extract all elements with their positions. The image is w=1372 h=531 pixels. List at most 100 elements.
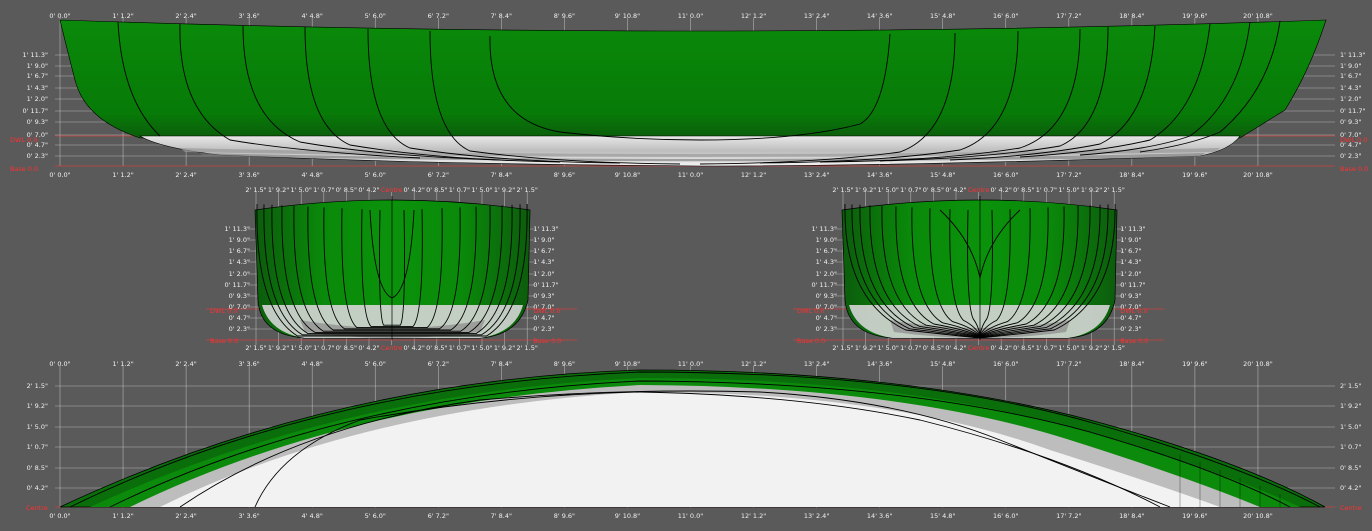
body-plan-y-tick-left: 0' 4.7" <box>816 314 837 322</box>
body-plan-h-tick-top: 0' 4.2" <box>404 186 425 194</box>
body-plan-y-tick-right: 1' 4.3" <box>533 258 554 266</box>
profile-x-tick-top: 20' 10.8" <box>1243 12 1273 20</box>
plan-x-tick-top: 15' 4.8" <box>930 360 955 368</box>
profile-x-tick-top: 6' 7.2" <box>428 12 449 20</box>
plan-x-tick-bottom: 11' 0.0" <box>678 512 703 520</box>
profile-x-tick-top: 3' 3.6" <box>238 12 259 20</box>
body-plan-h-tick-top: 0' 4.2" <box>358 186 379 194</box>
plan-x-tick-bottom: 20' 10.8" <box>1243 512 1273 520</box>
plan-x-tick-bottom: 17' 7.2" <box>1056 512 1081 520</box>
plan-x-tick-top: 18' 8.4" <box>1119 360 1144 368</box>
body-plan-y-tick-left: 1' 11.3" <box>225 225 250 233</box>
body-plan-h-tick-bottom: 0' 8.5" <box>336 344 357 352</box>
body-plan-h-tick-top: 2' 1.5" <box>1104 186 1125 194</box>
profile-hull-topside <box>59 19 1327 139</box>
plan-x-tick-bottom: 8' 9.6" <box>554 512 575 520</box>
body-plan-h-tick-top: 2' 1.5" <box>245 186 266 194</box>
plan-x-tick-top: 12' 1.2" <box>741 360 766 368</box>
body-plan-dwl-label-right: DWL 0.0 <box>533 307 560 315</box>
body-plan-y-tick-right: 1' 6.7" <box>1120 247 1141 255</box>
body-plan-centre-label-bottom: Centre <box>381 344 403 352</box>
plan-x-tick-top: 6' 7.2" <box>428 360 449 368</box>
body-plan-h-tick-bottom: 1' 9.2" <box>268 344 289 352</box>
body-plan-y-tick-right: 0' 11.7" <box>1120 281 1145 289</box>
plan-x-tick-bottom: 18' 8.4" <box>1119 512 1144 520</box>
body-plan-y-tick-left: 0' 2.3" <box>816 325 837 333</box>
profile-x-tick-top: 8' 9.6" <box>554 12 575 20</box>
profile-x-tick-bottom: 0' 0.0" <box>49 171 70 179</box>
body-plan-h-tick-top: 1' 9.2" <box>1081 186 1102 194</box>
plan-x-tick-bottom: 9' 10.8" <box>615 512 640 520</box>
plan-y-tick-left: 0' 8.5" <box>27 464 48 472</box>
profile-x-tick-top: 5' 6.0" <box>365 12 386 20</box>
profile-x-tick-bottom: 18' 8.4" <box>1119 171 1144 179</box>
plan-x-tick-top: 2' 2.4" <box>175 360 196 368</box>
body-plan-h-tick-bottom: 1' 9.2" <box>494 344 515 352</box>
plan-y-tick-left: 1' 9.2" <box>27 402 48 410</box>
body-plan-h-tick-top: 1' 9.2" <box>855 186 876 194</box>
profile-x-tick-bottom: 3' 3.6" <box>238 171 259 179</box>
profile-y-tick-left: 1' 2.0" <box>27 95 48 103</box>
body-plan-centre-label-top: Centre <box>968 186 990 194</box>
body-plan-y-tick-right: 1' 9.0" <box>533 236 554 244</box>
body-plan-h-tick-bottom: 0' 8.5" <box>923 344 944 352</box>
profile-x-tick-bottom: 17' 7.2" <box>1056 171 1081 179</box>
body-plan-base-label: Base 0.0 <box>210 337 238 345</box>
body-plan-y-tick-right: 0' 2.3" <box>533 325 554 333</box>
profile-x-tick-bottom: 1' 1.2" <box>112 171 133 179</box>
profile-x-tick-bottom: 7' 8.4" <box>491 171 512 179</box>
plan-x-tick-bottom: 5' 6.0" <box>365 512 386 520</box>
body-plan-y-tick-right: 0' 4.7" <box>1120 314 1141 322</box>
body-plan-centre-label-top: Centre <box>381 186 403 194</box>
body-plan-h-tick-bottom: 1' 5.0" <box>878 344 899 352</box>
profile-view: 0' 0.0" 0' 0.0" 1' 1.2" 1' 1.2" 2' 2.4" 2' 2.… <box>10 12 1368 179</box>
body-plan-y-tick-left: 1' 4.3" <box>816 258 837 266</box>
plan-y-tick-right: 0' 8.5" <box>1340 464 1361 472</box>
plan-x-tick-bottom: 15' 4.8" <box>930 512 955 520</box>
plan-x-tick-top: 9' 10.8" <box>615 360 640 368</box>
profile-x-tick-top: 18' 8.4" <box>1119 12 1144 20</box>
profile-y-tick-left: 1' 9.0" <box>27 62 48 70</box>
body-plan-y-tick-right: 0' 2.3" <box>1120 325 1141 333</box>
body-plan-y-tick-left: 0' 9.3" <box>229 292 250 300</box>
profile-y-tick-left: 0' 9.3" <box>27 118 48 126</box>
plan-y-tick-left: 2' 1.5" <box>27 382 48 390</box>
body-plan-base-label-right: Base 0.0 <box>533 337 561 345</box>
hull-drawing-canvas[interactable]: 0' 0.0" 0' 0.0" 1' 1.2" 1' 1.2" 2' 2.4" 2' 2.… <box>0 0 1372 527</box>
plan-x-tick-top: 8' 9.6" <box>554 360 575 368</box>
profile-y-tick-right: 1' 11.3" <box>1340 51 1365 59</box>
profile-y-tick-right: 1' 6.7" <box>1340 72 1361 80</box>
plan-x-tick-top: 1' 1.2" <box>112 360 133 368</box>
plan-y-tick-left: 1' 5.0" <box>27 423 48 431</box>
plan-y-tick-right: 1' 0.7" <box>1340 443 1361 451</box>
plan-x-tick-top: 3' 3.6" <box>238 360 259 368</box>
profile-x-tick-bottom: 12' 1.2" <box>741 171 766 179</box>
plan-x-tick-top: 5' 6.0" <box>365 360 386 368</box>
body-plan-h-tick-top: 2' 1.5" <box>832 186 853 194</box>
hull-lines-view: 0' 0.0" 0' 0.0" 1' 1.2" 1' 1.2" 2' 2.4" 2' 2.… <box>0 0 1372 527</box>
body-plan-centre-label-bottom: Centre <box>968 344 990 352</box>
body-plan-dwl-label: DWL 0.0 <box>797 307 824 315</box>
body-plan-h-tick-top: 1' 5.0" <box>878 186 899 194</box>
profile-base-label-right: Base 0.0 <box>1340 165 1368 173</box>
profile-y-tick-right: 0' 11.7" <box>1340 107 1365 115</box>
plan-x-tick-bottom: 16' 6.0" <box>993 512 1018 520</box>
body-plan-h-tick-bottom: 1' 0.7" <box>449 344 470 352</box>
plan-y-tick-left: 0' 4.2" <box>27 484 48 492</box>
body-plan-y-tick-right: 1' 11.3" <box>1120 225 1145 233</box>
body-plan-h-tick-top: 1' 5.0" <box>291 186 312 194</box>
profile-x-tick-top: 13' 2.4" <box>804 12 829 20</box>
plan-x-tick-bottom: 13' 2.4" <box>804 512 829 520</box>
body-plan-h-tick-bottom: 0' 4.2" <box>404 344 425 352</box>
plan-view: 0' 0.0" 0' 0.0" 1' 1.2" 1' 1.2" 2' 2.4" 2' 2.… <box>26 360 1362 520</box>
plan-y-tick-right: 2' 1.5" <box>1340 382 1361 390</box>
profile-y-tick-right: 0' 9.3" <box>1340 118 1361 126</box>
body-plan-h-tick-bottom: 1' 0.7" <box>900 344 921 352</box>
body-plan-h-tick-top: 0' 8.5" <box>426 186 447 194</box>
plan-x-tick-top: 19' 9.6" <box>1182 360 1207 368</box>
profile-x-tick-bottom: 11' 0.0" <box>678 171 703 179</box>
body-plan-y-tick-left: 1' 4.3" <box>229 258 250 266</box>
plan-x-tick-top: 4' 4.8" <box>302 360 323 368</box>
body-plan-h-tick-bottom: 0' 4.2" <box>945 344 966 352</box>
profile-x-tick-bottom: 5' 6.0" <box>365 171 386 179</box>
